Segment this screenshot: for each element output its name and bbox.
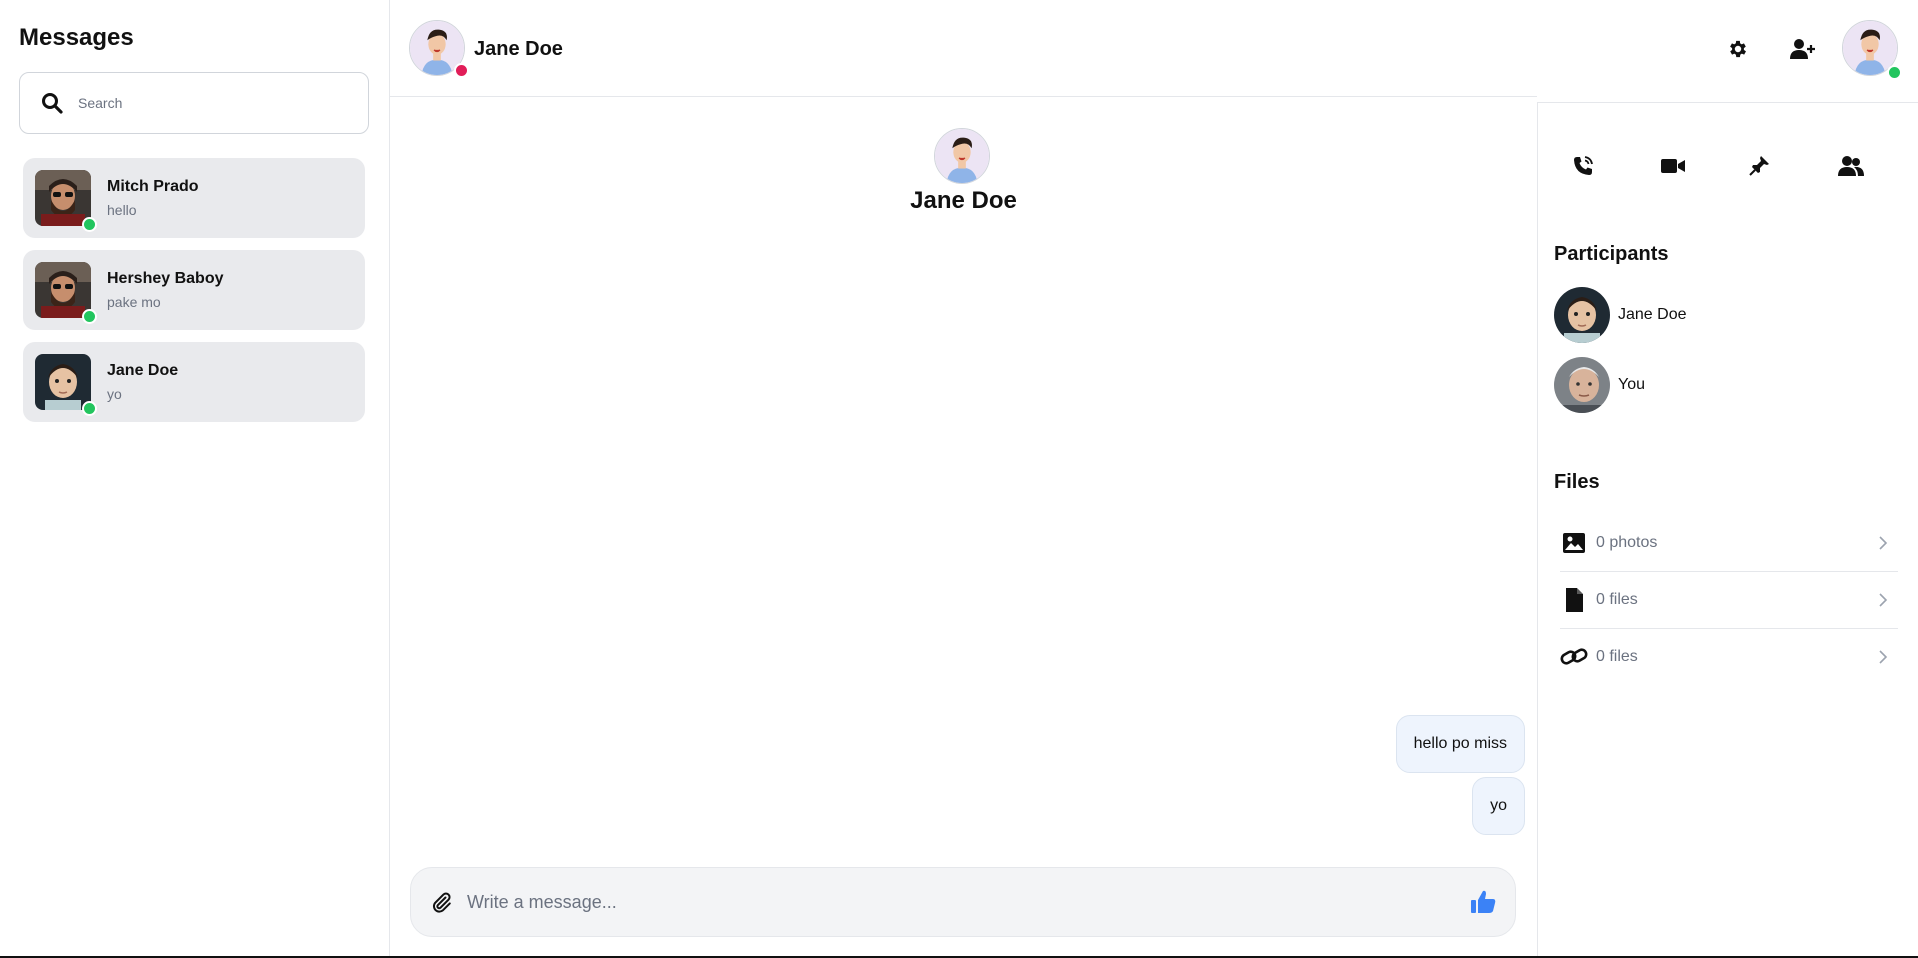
video-camera-icon[interactable]	[1658, 151, 1688, 181]
links-count: 0 files	[1596, 648, 1638, 665]
gear-icon[interactable]	[1723, 34, 1753, 64]
conversation-avatar	[35, 354, 97, 416]
search-icon	[40, 91, 64, 115]
chevron-right-icon	[1876, 591, 1890, 609]
search-input[interactable]	[78, 95, 338, 111]
photos-count: 0 photos	[1596, 534, 1658, 551]
chevron-right-icon	[1876, 648, 1890, 666]
conversation-item[interactable]: Hershey Baboy pake mo	[23, 250, 365, 330]
avatar	[35, 170, 91, 226]
files-row[interactable]: 0 files	[1560, 572, 1898, 628]
conversation-avatar	[35, 170, 97, 232]
participant-name: Jane Doe	[1618, 306, 1687, 323]
sidebar-title: Messages	[19, 24, 134, 51]
conversation-info-panel: Participants Jane Doe You Files 0 photos…	[1537, 103, 1918, 958]
thumbs-up-icon[interactable]	[1469, 888, 1497, 916]
message-composer	[410, 867, 1516, 937]
conversation-name: Jane Doe	[107, 362, 179, 379]
photos-row[interactable]: 0 photos	[1560, 515, 1898, 571]
links-row[interactable]: 0 files	[1560, 629, 1898, 685]
avatar	[1554, 287, 1610, 343]
contact-avatar[interactable]	[409, 20, 469, 78]
avatar	[35, 262, 91, 318]
participants-title: Participants	[1554, 243, 1669, 265]
participant-item[interactable]: You	[1554, 357, 1894, 413]
conversation-preview: pake mo	[107, 294, 161, 310]
files-title: Files	[1554, 471, 1600, 493]
busy-status-dot	[454, 63, 469, 78]
avatar	[1554, 357, 1610, 413]
participant-name: You	[1618, 376, 1645, 393]
chat-intro-avatar	[934, 128, 990, 184]
conversation-preview: hello	[107, 202, 137, 218]
pin-icon[interactable]	[1744, 151, 1774, 181]
participant-item[interactable]: Jane Doe	[1554, 287, 1894, 343]
add-user-icon[interactable]	[1788, 34, 1818, 64]
conversation-preview: yo	[107, 386, 122, 402]
image-icon	[1560, 529, 1588, 557]
conversation-item[interactable]: Jane Doe yo	[23, 342, 365, 422]
message-bubble-sent: hello po miss	[1395, 715, 1525, 773]
message-bubble-sent: yo	[1472, 777, 1525, 835]
files-count: 0 files	[1596, 591, 1638, 608]
search-box[interactable]	[19, 72, 369, 134]
users-icon[interactable]	[1836, 151, 1866, 181]
file-icon	[1560, 586, 1588, 614]
chevron-right-icon	[1876, 534, 1890, 552]
conversation-avatar	[35, 262, 97, 324]
chat-header: Jane Doe	[390, 0, 1918, 96]
link-icon	[1560, 643, 1588, 671]
conversation-sidebar: Messages Search Mitch Prado hello Hershe…	[0, 0, 390, 958]
phone-call-icon[interactable]	[1568, 151, 1598, 181]
online-status-dot	[82, 401, 97, 416]
online-status-dot	[82, 309, 97, 324]
online-status-dot	[82, 217, 97, 232]
my-avatar[interactable]	[1842, 20, 1902, 80]
conversation-name: Hershey Baboy	[107, 270, 224, 287]
chat-area: Jane Doe hello po miss yo	[390, 97, 1537, 958]
avatar	[35, 354, 91, 410]
online-status-dot	[1887, 65, 1902, 80]
conversation-name: Mitch Prado	[107, 178, 199, 195]
avatar	[934, 128, 990, 184]
chat-intro-name: Jane Doe	[910, 187, 1017, 214]
message-input[interactable]	[467, 891, 1447, 913]
contact-name: Jane Doe	[474, 38, 563, 60]
paperclip-icon[interactable]	[429, 890, 453, 914]
conversation-item[interactable]: Mitch Prado hello	[23, 158, 365, 238]
messenger-app: Messages Search Mitch Prado hello Hershe…	[0, 0, 1918, 958]
